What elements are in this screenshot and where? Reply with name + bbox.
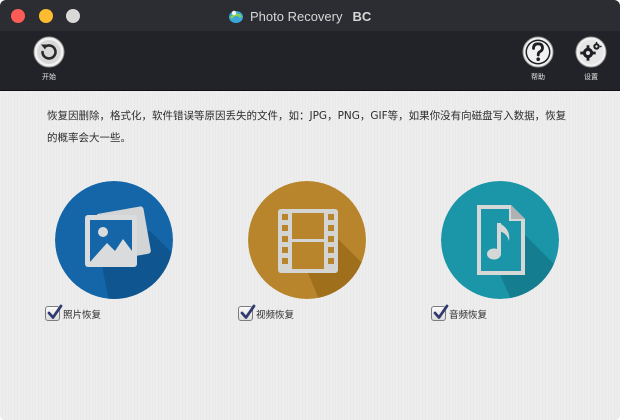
video-recovery-checkbox[interactable] [238,304,256,321]
checkmark-icon [47,304,63,319]
video-recovery-label: 视频恢复 [256,309,295,321]
zoom-window-button[interactable] [66,9,80,23]
window-title-text: Photo Recovery [250,8,343,24]
checkmark-icon [240,304,256,319]
video-recovery-option[interactable]: 视频恢复 [238,181,368,321]
minimize-window-button[interactable] [39,9,53,23]
start-button[interactable]: 开始 [29,35,69,87]
start-recover-icon [33,36,65,68]
photo-recovery-circle[interactable] [55,181,173,299]
audio-recovery-option[interactable]: 音频恢复 [431,181,561,321]
photo-recovery-checkbox-row[interactable]: 照片恢复 [45,304,102,321]
main-content: 恢复因删除，格式化，软件错误等原因丢失的文件，如：JPG，PNG，GIF等，如果… [0,91,620,420]
audio-recovery-checkbox[interactable] [431,304,449,321]
window-title-suffix: BC [352,8,372,24]
photo-recovery-label: 照片恢复 [63,309,102,321]
toolbar: 开始 帮助 设置 [0,31,620,91]
photo-recovery-checkbox[interactable] [45,304,63,321]
audio-recovery-checkbox-row[interactable]: 音频恢复 [431,304,488,321]
settings-button[interactable]: 设置 [571,35,611,87]
help-icon [522,36,554,68]
window-title: Photo Recovery BC [228,6,371,26]
video-recovery-checkbox-row[interactable]: 视频恢复 [238,304,295,321]
help-button[interactable]: 帮助 [518,35,558,87]
app-window: Photo Recovery BC 开始 帮助 设置 恢复因删除，格式化，软件错… [0,0,620,420]
settings-label: 设置 [584,73,598,81]
close-window-button[interactable] [11,9,25,23]
help-label: 帮助 [531,73,545,81]
description-text: 恢复因删除，格式化，软件错误等原因丢失的文件，如：JPG，PNG，GIF等，如果… [47,110,567,144]
start-label: 开始 [42,73,56,81]
audio-recovery-label: 音频恢复 [449,309,488,321]
video-recovery-circle[interactable] [248,181,366,299]
music-file-icon [441,181,559,299]
checkmark-icon [433,304,449,319]
audio-recovery-circle[interactable] [441,181,559,299]
photo-recovery-option[interactable]: 照片恢复 [45,181,175,321]
title-bar[interactable]: Photo Recovery BC [0,0,620,31]
app-logo-icon [229,10,243,23]
gear-icon [575,36,607,68]
film-icon [248,181,366,299]
image-icon [55,181,173,299]
